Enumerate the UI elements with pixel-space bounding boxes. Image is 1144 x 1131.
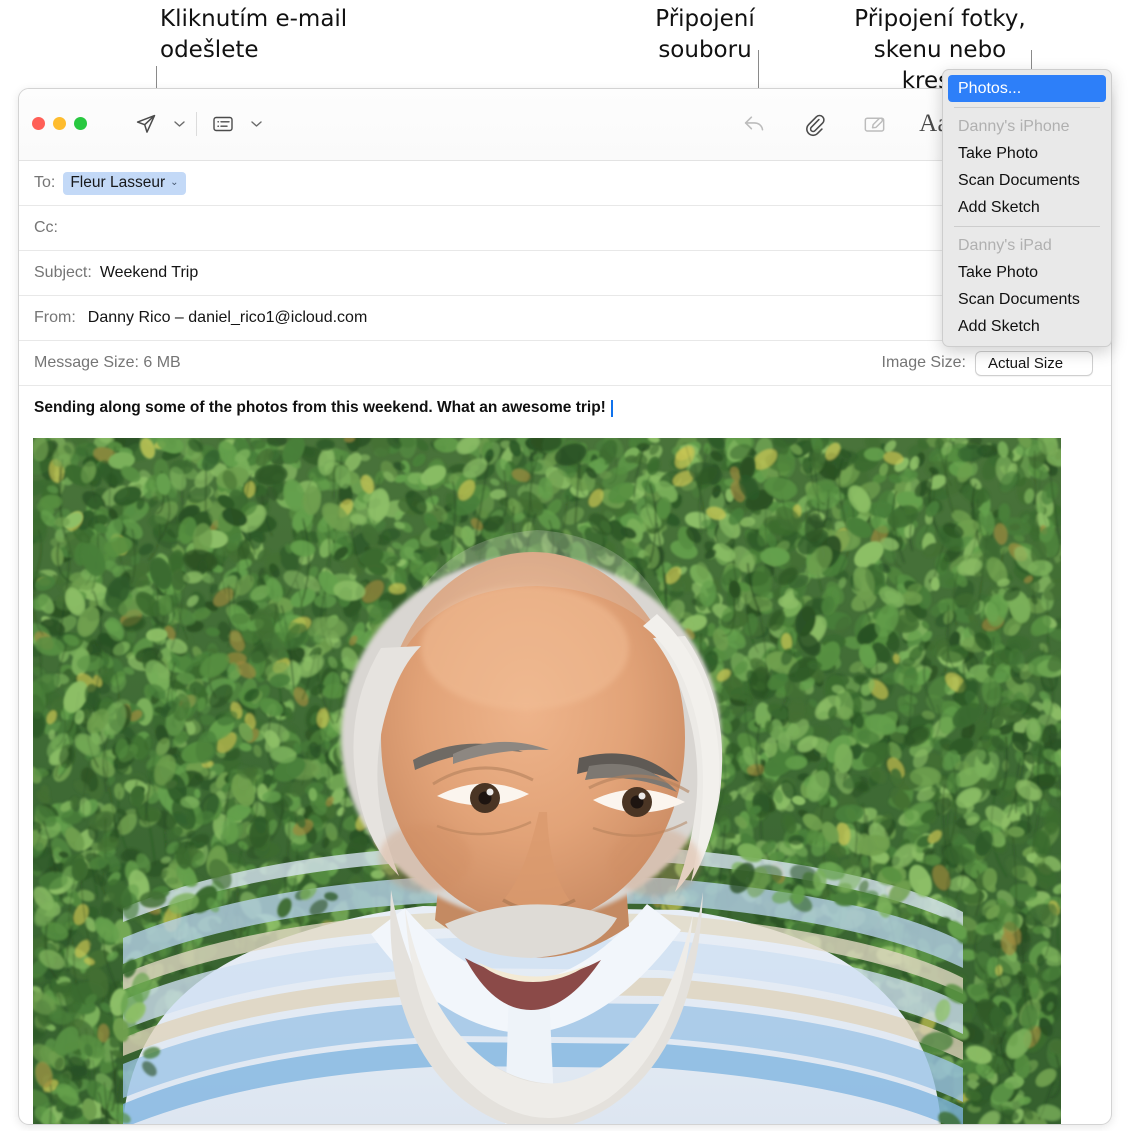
zoom-window-button[interactable]	[74, 117, 87, 130]
markup-button[interactable]	[855, 105, 893, 143]
menu-item-label: Add Sketch	[958, 317, 1040, 335]
chevron-down-icon[interactable]: ⌄	[170, 177, 178, 188]
text-cursor	[610, 399, 613, 417]
to-field-label: To:	[34, 174, 56, 191]
menu-item-label: Take Photo	[958, 263, 1039, 281]
markup-icon	[864, 117, 884, 132]
send-button[interactable]	[127, 105, 165, 143]
message-body-text: Sending along some of the photos from th…	[34, 399, 606, 416]
menu-item-ipad-scan-documents[interactable]: Scan Documents	[948, 286, 1106, 313]
menu-group-label: Danny's iPhone	[958, 117, 1070, 135]
recipient-token-fleur-lasseur[interactable]: Fleur Lasseur ⌄	[63, 171, 186, 195]
menu-item-label: Scan Documents	[958, 171, 1080, 189]
menu-group-danny-ipad: Danny's iPad	[948, 232, 1106, 259]
menu-item-iphone-scan-documents[interactable]: Scan Documents	[948, 167, 1106, 194]
callout-attach-file-text: Připojení souboru	[655, 6, 755, 63]
menu-item-ipad-take-photo[interactable]: Take Photo	[948, 259, 1106, 286]
selfie-photo-image	[33, 438, 1061, 1124]
menu-item-ipad-add-sketch[interactable]: Add Sketch	[948, 313, 1106, 340]
image-size-label: Image Size:	[881, 354, 966, 371]
menu-item-iphone-take-photo[interactable]: Take Photo	[948, 140, 1106, 167]
menu-item-label: Take Photo	[958, 144, 1039, 162]
toolbar-separator	[196, 112, 197, 136]
subject-field-value: Weekend Trip	[99, 264, 199, 281]
close-window-button[interactable]	[32, 117, 45, 130]
menu-item-label: Add Sketch	[958, 198, 1040, 216]
menu-group-danny-iphone: Danny's iPhone	[948, 113, 1106, 140]
send-paper-plane-icon	[136, 114, 156, 133]
photo-attachment[interactable]	[33, 438, 1061, 1124]
reply-button[interactable]	[735, 105, 773, 143]
menu-item-label: Scan Documents	[958, 290, 1080, 308]
menu-group-label: Danny's iPad	[958, 236, 1052, 254]
header-fields-icon	[213, 116, 233, 132]
from-field-value: Danny Rico – daniel_rico1@icloud.com	[87, 309, 368, 326]
message-size-label: Message Size: 6 MB	[34, 354, 181, 371]
recipient-token-label: Fleur Lasseur	[70, 173, 166, 191]
image-size-popup-button[interactable]: Actual Size	[975, 350, 1093, 376]
window-traffic-lights	[32, 117, 87, 130]
menu-separator	[954, 107, 1100, 108]
header-fields-chevron[interactable]	[246, 105, 266, 143]
paperclip-icon	[805, 114, 825, 136]
attach-file-button[interactable]	[795, 105, 833, 143]
reply-arrow-icon	[744, 115, 763, 130]
header-fields-button[interactable]	[204, 105, 242, 143]
menu-item-iphone-add-sketch[interactable]: Add Sketch	[948, 194, 1106, 221]
from-field-label: From:	[34, 309, 76, 326]
cc-field-label: Cc:	[34, 219, 58, 236]
menu-item-label: Photos...	[958, 79, 1022, 97]
size-row: Message Size: 6 MB Image Size: Actual Si…	[19, 341, 1111, 386]
menu-item-photos[interactable]: Photos...	[948, 75, 1106, 102]
image-size-control[interactable]: Image Size: Actual Size	[881, 350, 1093, 376]
menu-separator	[954, 226, 1100, 227]
chevron-down-icon	[173, 121, 185, 127]
message-body[interactable]: Sending along some of the photos from th…	[19, 386, 1111, 427]
toolbar-left-group	[127, 105, 266, 143]
send-options-chevron[interactable]	[169, 105, 189, 143]
minimize-window-button[interactable]	[53, 117, 66, 130]
attach-photo-menu[interactable]: Photos... Danny's iPhone Take Photo Scan…	[942, 69, 1112, 347]
subject-field-label: Subject:	[34, 264, 92, 281]
chevron-down-icon	[250, 121, 262, 127]
callout-send-text: Kliknutím e-mail odešlete	[160, 6, 348, 63]
